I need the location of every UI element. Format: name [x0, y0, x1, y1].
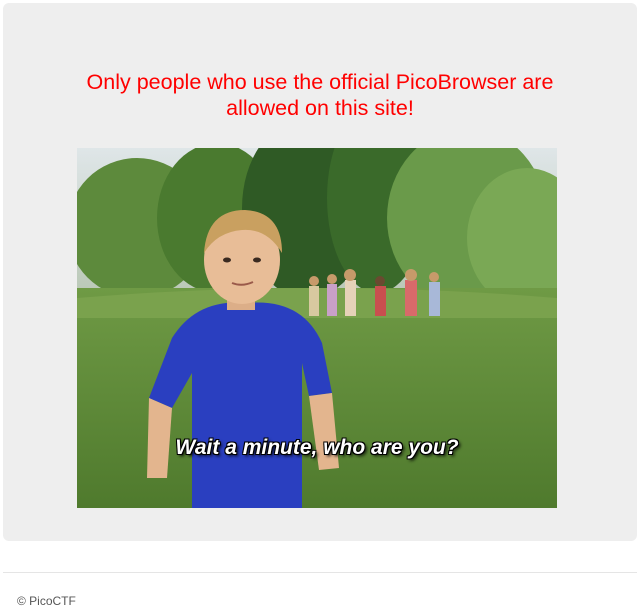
footer-divider [3, 572, 637, 573]
meme-image: Wait a minute, who are you? [77, 148, 557, 508]
meme-caption: Wait a minute, who are you? [175, 436, 459, 459]
footer-copyright: © PicoCTF [17, 594, 76, 608]
headline-line-1: Only people who use the official PicoBro… [86, 70, 554, 94]
headline-line-2: allowed on this site! [226, 96, 414, 120]
page-headline: Only people who use the official PicoBro… [3, 69, 637, 121]
